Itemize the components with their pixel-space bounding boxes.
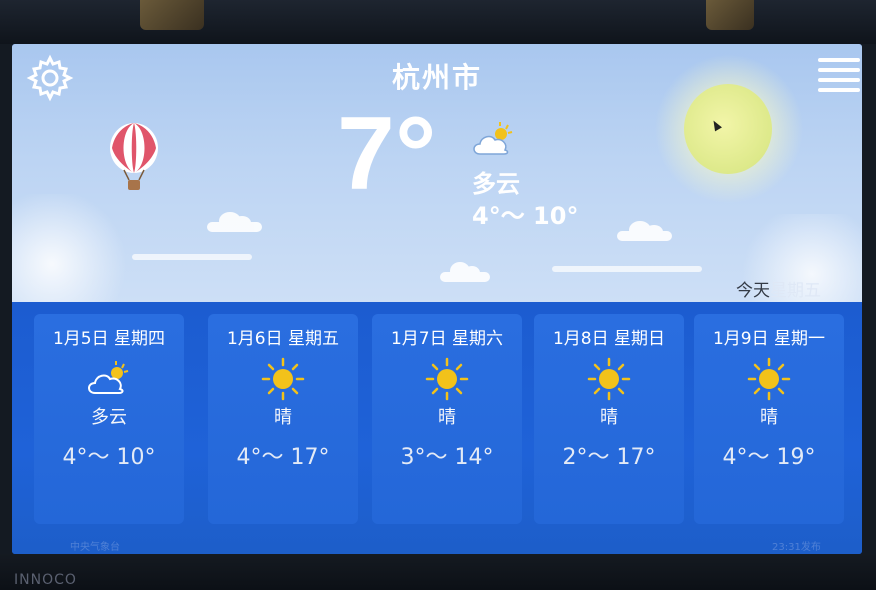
partly-cloudy-icon (473, 122, 513, 155)
sky-panel: 杭州市 7° 多云 4°～ 10° 今天星期五 (12, 44, 862, 302)
weather-screen: 杭州市 7° 多云 4°～ 10° 今天星期五 1月5日 星期四 多云 4°～ … (12, 44, 862, 554)
hamburger-menu-icon (818, 58, 860, 62)
forecast-condition: 晴 (600, 407, 618, 428)
current-condition: 多云 (472, 170, 520, 198)
forecast-temp-range: 4°～ 19° (722, 445, 816, 470)
gear-icon (26, 54, 74, 102)
publish-time: 23:31发布 (772, 542, 821, 553)
settings-button[interactable] (26, 54, 74, 102)
forecast-card[interactable]: 1月9日 星期一 晴 4°～ 19° (694, 314, 844, 524)
device-brand: INNOCO (14, 572, 77, 588)
partly-cloudy-icon (88, 361, 129, 394)
current-temperature: 7° (337, 96, 437, 212)
forecast-date: 1月6日 星期五 (226, 329, 340, 349)
small-cloud (440, 262, 490, 282)
cloud-streak (552, 266, 702, 272)
forecast-date: 1月8日 星期日 (552, 329, 666, 349)
sunny-icon (747, 357, 791, 401)
cloud-streak (132, 254, 252, 260)
background-cloud (12, 194, 132, 302)
hot-air-balloon-icon (110, 123, 158, 190)
decoration (706, 0, 754, 30)
forecast-card[interactable]: 1月8日 星期日 晴 2°～ 17° (534, 314, 684, 524)
day-switch[interactable]: 今天星期五 (736, 276, 821, 301)
device-bezel-bottom: INNOCO (0, 554, 876, 590)
forecast-temp-range: 3°～ 14° (400, 445, 494, 470)
forecast-date: 1月9日 星期一 (712, 329, 826, 349)
forecast-condition: 多云 (91, 407, 127, 428)
forecast-temp-range: 4°～ 10° (62, 445, 156, 470)
forecast-condition: 晴 (274, 407, 292, 428)
forecast-date: 1月5日 星期四 (52, 329, 166, 349)
forecast-condition: 晴 (438, 407, 456, 428)
small-cloud (617, 221, 672, 241)
city-name: 杭州市 (391, 61, 482, 94)
forecast-card[interactable]: 1月5日 星期四 多云 4°～ 10° (34, 314, 184, 524)
forecast-card[interactable]: 1月6日 星期五 晴 4°～ 17° (208, 314, 358, 524)
forecast-date: 1月7日 星期六 (390, 329, 504, 349)
decoration (140, 0, 204, 30)
forecast-panel: 1月5日 星期四 多云 4°～ 10° 1月6日 星期五 晴 4°～ 17° 1… (12, 302, 862, 554)
device-bezel-top (0, 0, 876, 44)
weekday-tab[interactable]: 星期五 (770, 281, 821, 301)
sunny-icon (425, 357, 469, 401)
forecast-card[interactable]: 1月7日 星期六 晴 3°～ 14° (372, 314, 522, 524)
data-source: 中央气象台 (70, 542, 120, 553)
sunny-icon (261, 357, 305, 401)
sunny-icon (587, 357, 631, 401)
today-tab[interactable]: 今天 (736, 281, 770, 301)
menu-button[interactable] (818, 58, 860, 94)
forecast-temp-range: 2°～ 17° (562, 445, 656, 470)
forecast-condition: 晴 (760, 407, 778, 428)
small-cloud (207, 212, 262, 232)
sun-icon (684, 84, 772, 174)
current-temp-range: 4°～ 10° (472, 202, 579, 230)
forecast-temp-range: 4°～ 17° (236, 445, 330, 470)
